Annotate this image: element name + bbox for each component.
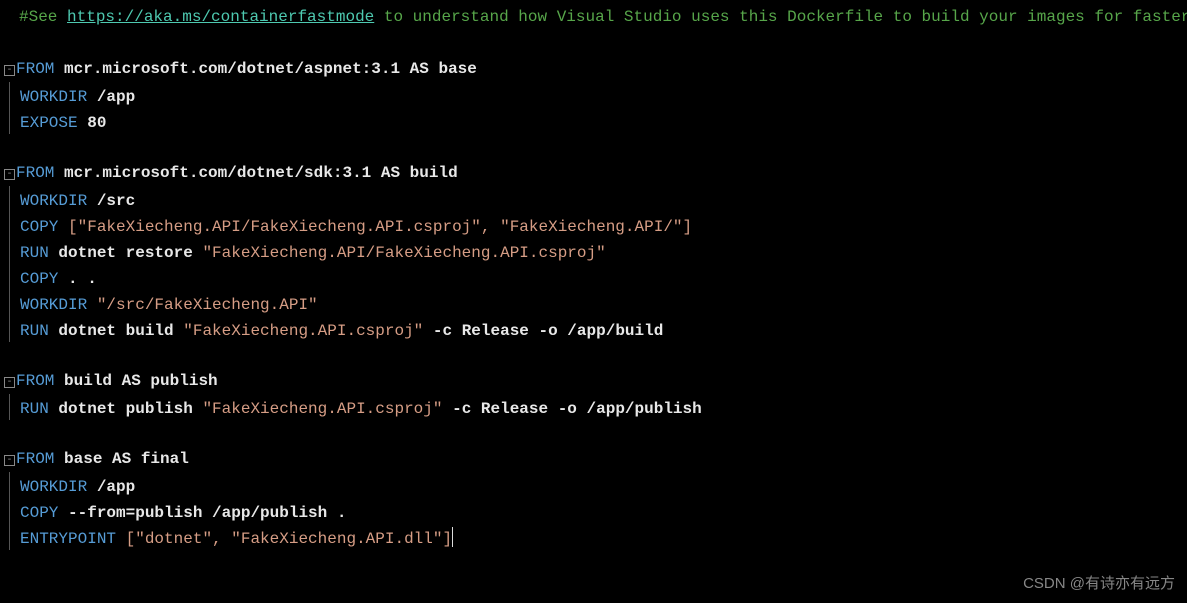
token-kw: FROM (16, 60, 64, 78)
indent-guide (9, 524, 11, 550)
token-white: /app (97, 478, 135, 496)
token-kw: RUN (20, 400, 58, 418)
token-white: . . (68, 270, 97, 288)
code-line[interactable]: -FROM mcr.microsoft.com/dotnet/sdk:3.1 A… (4, 160, 1187, 186)
token-white: -c Release -o /app/publish (442, 400, 701, 418)
token-kw: RUN (20, 244, 58, 262)
code-line[interactable]: WORKDIR /src (4, 186, 1187, 212)
token-white: dotnet restore (58, 244, 202, 262)
indent-guide (9, 316, 11, 342)
token-str: "FakeXiecheng.API.csproj" (183, 322, 423, 340)
code-line[interactable]: -FROM build AS publish (4, 368, 1187, 394)
code-line[interactable]: -FROM mcr.microsoft.com/dotnet/aspnet:3.… (4, 56, 1187, 82)
code-line[interactable]: RUN dotnet build "FakeXiecheng.API.cspro… (4, 316, 1187, 342)
token-kw: COPY (20, 218, 68, 236)
token-white: dotnet build (58, 322, 183, 340)
code-line[interactable] (4, 342, 1187, 368)
watermark: CSDN @有诗亦有远方 (1023, 571, 1175, 597)
token-str: ["dotnet", "FakeXiecheng.API.dll"] (126, 530, 452, 548)
token-white: 80 (87, 114, 106, 132)
comment-suffix: to understand how Visual Studio uses thi… (374, 8, 1187, 26)
token-white: build AS publish (64, 372, 218, 390)
token-white: base AS final (64, 450, 189, 468)
token-kw: FROM (16, 450, 64, 468)
token-white: mcr.microsoft.com/dotnet/aspnet:3.1 AS b… (64, 60, 477, 78)
token-kw: COPY (20, 270, 68, 288)
indent-guide (9, 290, 11, 316)
token-kw: WORKDIR (20, 478, 97, 496)
code-line[interactable]: WORKDIR /app (4, 472, 1187, 498)
code-line[interactable]: EXPOSE 80 (4, 108, 1187, 134)
token-kw: WORKDIR (20, 296, 97, 314)
token-kw: FROM (16, 372, 64, 390)
token-kw: COPY (20, 504, 68, 522)
code-line[interactable]: WORKDIR "/src/FakeXiecheng.API" (4, 290, 1187, 316)
fold-toggle-icon[interactable]: - (4, 455, 15, 466)
token-white: /app (97, 88, 135, 106)
code-line[interactable]: -FROM base AS final (4, 446, 1187, 472)
code-line[interactable] (4, 420, 1187, 446)
token-kw: RUN (20, 322, 58, 340)
token-white: -c Release -o /app/build (423, 322, 663, 340)
indent-guide (9, 264, 11, 290)
token-kw: WORKDIR (20, 192, 97, 210)
code-line[interactable] (4, 134, 1187, 160)
token-str: "/src/FakeXiecheng.API" (97, 296, 318, 314)
token-kw: EXPOSE (20, 114, 87, 132)
indent-guide (9, 394, 11, 420)
indent-guide (9, 212, 11, 238)
token-kw: ENTRYPOINT (20, 530, 126, 548)
comment-link[interactable]: https://aka.ms/containerfastmode (67, 8, 374, 26)
token-str: "FakeXiecheng.API/FakeXiecheng.API.cspro… (202, 244, 605, 262)
token-white: mcr.microsoft.com/dotnet/sdk:3.1 AS buil… (64, 164, 458, 182)
indent-guide (9, 186, 11, 212)
code-line[interactable]: ENTRYPOINT ["dotnet", "FakeXiecheng.API.… (4, 524, 1187, 550)
code-line[interactable]: COPY --from=publish /app/publish . (4, 498, 1187, 524)
text-caret (452, 527, 453, 547)
token-white: dotnet publish (58, 400, 202, 418)
token-str: ["FakeXiecheng.API/FakeXiecheng.API.cspr… (68, 218, 692, 236)
fold-toggle-icon[interactable]: - (4, 169, 15, 180)
token-str: "FakeXiecheng.API.csproj" (202, 400, 442, 418)
blank-line (4, 30, 1187, 56)
token-white: /src (97, 192, 135, 210)
indent-guide (9, 108, 11, 134)
comment-line: #See https://aka.ms/containerfastmode to… (4, 4, 1187, 30)
code-line[interactable]: WORKDIR /app (4, 82, 1187, 108)
fold-toggle-icon[interactable]: - (4, 377, 15, 388)
comment-prefix: #See (19, 8, 67, 26)
indent-guide (9, 82, 11, 108)
token-kw: FROM (16, 164, 64, 182)
token-white: --from=publish /app/publish . (68, 504, 346, 522)
fold-toggle-icon[interactable]: - (4, 65, 15, 76)
code-line[interactable]: RUN dotnet publish "FakeXiecheng.API.csp… (4, 394, 1187, 420)
code-line[interactable]: RUN dotnet restore "FakeXiecheng.API/Fak… (4, 238, 1187, 264)
code-editor[interactable]: #See https://aka.ms/containerfastmode to… (0, 0, 1187, 550)
code-line[interactable]: COPY ["FakeXiecheng.API/FakeXiecheng.API… (4, 212, 1187, 238)
code-line[interactable]: COPY . . (4, 264, 1187, 290)
indent-guide (9, 472, 11, 498)
indent-guide (9, 498, 11, 524)
token-kw: WORKDIR (20, 88, 97, 106)
indent-guide (9, 238, 11, 264)
